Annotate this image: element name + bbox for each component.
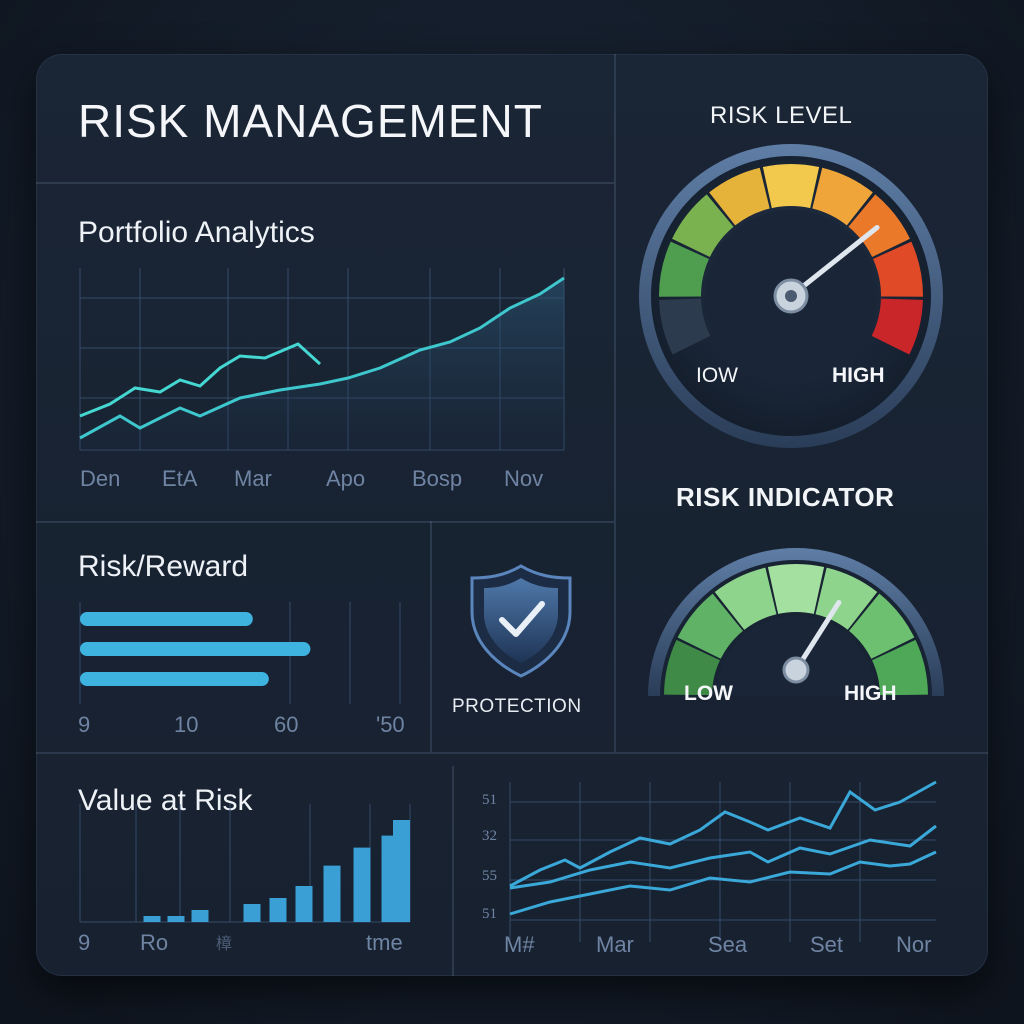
portfolio-analytics-title: Portfolio Analytics bbox=[78, 216, 315, 249]
portfolio-x-label: Nov bbox=[504, 466, 544, 491]
value-at-risk-x-label: Ro bbox=[140, 930, 169, 955]
divider-mid bbox=[36, 521, 614, 523]
value-at-risk-bar bbox=[167, 916, 185, 922]
value-at-risk-x-label: 9 bbox=[78, 930, 91, 955]
trends-line-chart bbox=[509, 780, 937, 942]
divider-vertical-main bbox=[614, 54, 616, 752]
portfolio-x-label: Den bbox=[80, 466, 121, 491]
risk-reward-bar bbox=[80, 642, 311, 656]
divider-protection bbox=[430, 521, 432, 752]
trends-series-line-1 bbox=[509, 780, 937, 888]
risk-indicator-title: RISK INDICATOR bbox=[676, 482, 895, 512]
divider-bottom bbox=[36, 752, 988, 754]
risk-reward-title: Risk/Reward bbox=[78, 550, 249, 583]
trends-series-line-3 bbox=[509, 850, 937, 916]
divider-bottom-vertical bbox=[452, 766, 454, 976]
risk-reward-x-label: '50 bbox=[376, 712, 405, 737]
value-at-risk-x-label: 樟 bbox=[216, 936, 233, 953]
portfolio-x-label: Mar bbox=[234, 466, 272, 491]
trends-y-label: 32 bbox=[482, 828, 497, 844]
trends-y-label: 51 bbox=[482, 792, 497, 808]
divider-header bbox=[36, 182, 614, 184]
portfolio-x-label: EtA bbox=[162, 466, 198, 491]
risk-level-gauge bbox=[639, 144, 943, 448]
protection-label: PROTECTION bbox=[452, 696, 582, 717]
value-at-risk-bar bbox=[393, 820, 410, 922]
risk-reward-x-label: 9 bbox=[78, 712, 91, 737]
risk-indicator-needle-hub bbox=[782, 656, 810, 684]
value-at-risk-bar bbox=[191, 910, 209, 922]
value-at-risk-bar bbox=[353, 847, 371, 922]
portfolio-x-label: Bosp bbox=[412, 466, 463, 491]
risk-reward-bar bbox=[80, 612, 253, 626]
risk-reward-x-label: 10 bbox=[174, 712, 199, 737]
value-at-risk-bar bbox=[295, 886, 313, 922]
risk-reward-bar-chart bbox=[79, 602, 401, 704]
risk-indicator-gauge bbox=[648, 548, 944, 696]
risk-indicator-high-label: HIGH bbox=[844, 682, 897, 705]
trends-x-label: Mar bbox=[596, 932, 634, 957]
value-at-risk-x-label: tme bbox=[366, 930, 403, 955]
risk-level-high-label: HIGH bbox=[832, 364, 885, 387]
risk-indicator-low-label: LOW bbox=[684, 682, 733, 705]
page-title: RISK MANAGEMENT bbox=[78, 95, 543, 147]
value-at-risk-bar bbox=[323, 865, 341, 922]
portfolio-area-fill bbox=[80, 278, 564, 450]
trends-x-label: Set bbox=[810, 932, 844, 957]
value-at-risk-bar bbox=[269, 898, 287, 922]
shield-check-icon bbox=[470, 564, 572, 678]
risk-reward-x-label: 60 bbox=[274, 712, 299, 737]
trends-x-label: M# bbox=[504, 932, 535, 957]
gauge-segment bbox=[762, 164, 820, 209]
trends-x-label: Nor bbox=[896, 932, 932, 957]
trends-x-label: Sea bbox=[708, 932, 748, 957]
risk-reward-bar bbox=[80, 672, 269, 686]
trends-y-label: 51 bbox=[482, 906, 497, 922]
portfolio-x-label: Apo bbox=[326, 466, 366, 491]
value-at-risk-bar bbox=[243, 904, 261, 922]
risk-level-low-label: IOW bbox=[696, 364, 738, 387]
chart-grid bbox=[509, 782, 936, 942]
portfolio-line-chart bbox=[79, 268, 565, 451]
value-at-risk-bar bbox=[143, 916, 161, 922]
value-at-risk-bar-chart bbox=[79, 804, 411, 923]
trends-y-label: 55 bbox=[482, 868, 497, 884]
dashboard-panel: RISK MANAGEMENT Portfolio Analytics Den … bbox=[36, 54, 988, 976]
risk-level-title: RISK LEVEL bbox=[710, 102, 853, 129]
